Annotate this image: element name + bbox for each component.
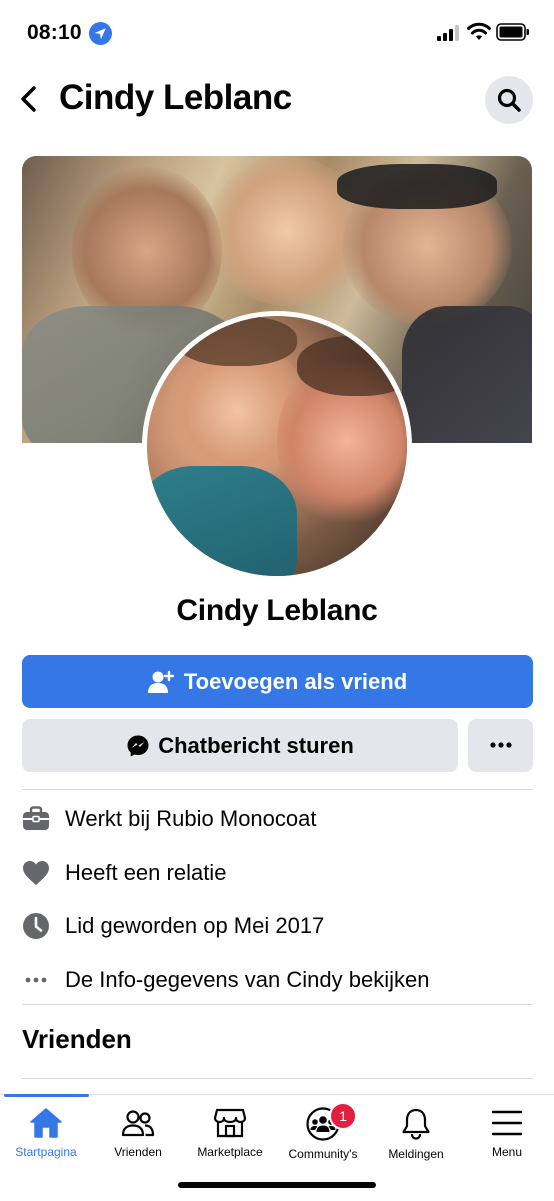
heart-icon <box>22 859 50 887</box>
tab-notifications-label: Meldingen <box>388 1147 444 1161</box>
add-friend-icon <box>147 670 174 693</box>
messenger-icon <box>127 735 149 756</box>
joined-text: Lid geworden op Mei 2017 <box>65 913 325 938</box>
active-tab-indicator <box>4 1094 89 1097</box>
message-button[interactable]: Chatbericht sturen <box>22 719 458 772</box>
work-prefix: Werkt bij <box>65 806 157 831</box>
tab-home-label: Startpagina <box>15 1145 77 1159</box>
tab-friends-label: Vrienden <box>114 1145 162 1159</box>
profile-picture[interactable] <box>142 311 412 581</box>
divider <box>22 789 533 790</box>
message-label: Chatbericht sturen <box>158 732 354 758</box>
tab-marketplace[interactable]: Marketplace <box>184 1107 276 1167</box>
menu-icon <box>491 1110 523 1136</box>
about-link-text[interactable]: De Info-gegevens van Cindy bekijken <box>65 967 429 993</box>
home-icon <box>30 1108 62 1138</box>
back-icon[interactable] <box>16 84 42 114</box>
wifi-icon <box>467 22 491 40</box>
info-relationship: Heeft een relatie <box>22 853 533 893</box>
marketplace-icon <box>213 1108 247 1138</box>
status-time: 08:10 <box>27 21 82 44</box>
relationship-text: Heeft een relatie <box>65 860 227 885</box>
status-bar: 08:10 <box>0 0 554 62</box>
signal-icon <box>437 25 459 41</box>
more-dots-icon <box>490 742 512 748</box>
page-title: Cindy Leblanc <box>59 78 292 117</box>
tab-friends[interactable]: Vrienden <box>92 1107 184 1167</box>
more-dots-icon <box>22 966 50 994</box>
briefcase-icon <box>22 805 50 833</box>
friends-section-title: Vrienden <box>22 1024 132 1054</box>
search-button[interactable] <box>485 76 533 124</box>
info-work[interactable]: Werkt bij Rubio Monocoat <box>22 799 533 839</box>
more-options-button[interactable] <box>468 719 533 772</box>
tab-groups[interactable]: 1 Community's <box>277 1102 369 1167</box>
friends-icon <box>121 1110 155 1137</box>
tab-menu[interactable]: Menu <box>461 1107 553 1167</box>
tab-marketplace-label: Marketplace <box>197 1145 263 1159</box>
tab-notifications[interactable]: Meldingen <box>370 1107 462 1167</box>
search-icon <box>497 88 521 112</box>
tab-groups-label: Community's <box>288 1147 358 1161</box>
profile-name: Cindy Leblanc <box>176 594 378 627</box>
work-company[interactable]: Rubio Monocoat <box>156 806 316 831</box>
clock-icon <box>22 912 50 940</box>
info-about-link[interactable]: De Info-gegevens van Cindy bekijken <box>22 960 533 1000</box>
tab-menu-label: Menu <box>491 1145 523 1159</box>
info-joined: Lid geworden op Mei 2017 <box>22 906 533 946</box>
add-friend-label: Toevoegen als vriend <box>183 668 408 694</box>
bell-icon <box>402 1108 430 1140</box>
add-friend-button[interactable]: Toevoegen als vriend <box>22 655 533 708</box>
tab-home[interactable]: Startpagina <box>0 1107 92 1167</box>
battery-icon <box>496 23 529 41</box>
divider <box>22 1004 533 1005</box>
location-arrow-icon <box>89 22 112 45</box>
divider <box>22 1078 533 1079</box>
home-indicator <box>178 1182 376 1188</box>
groups-badge: 1 <box>329 1102 357 1130</box>
